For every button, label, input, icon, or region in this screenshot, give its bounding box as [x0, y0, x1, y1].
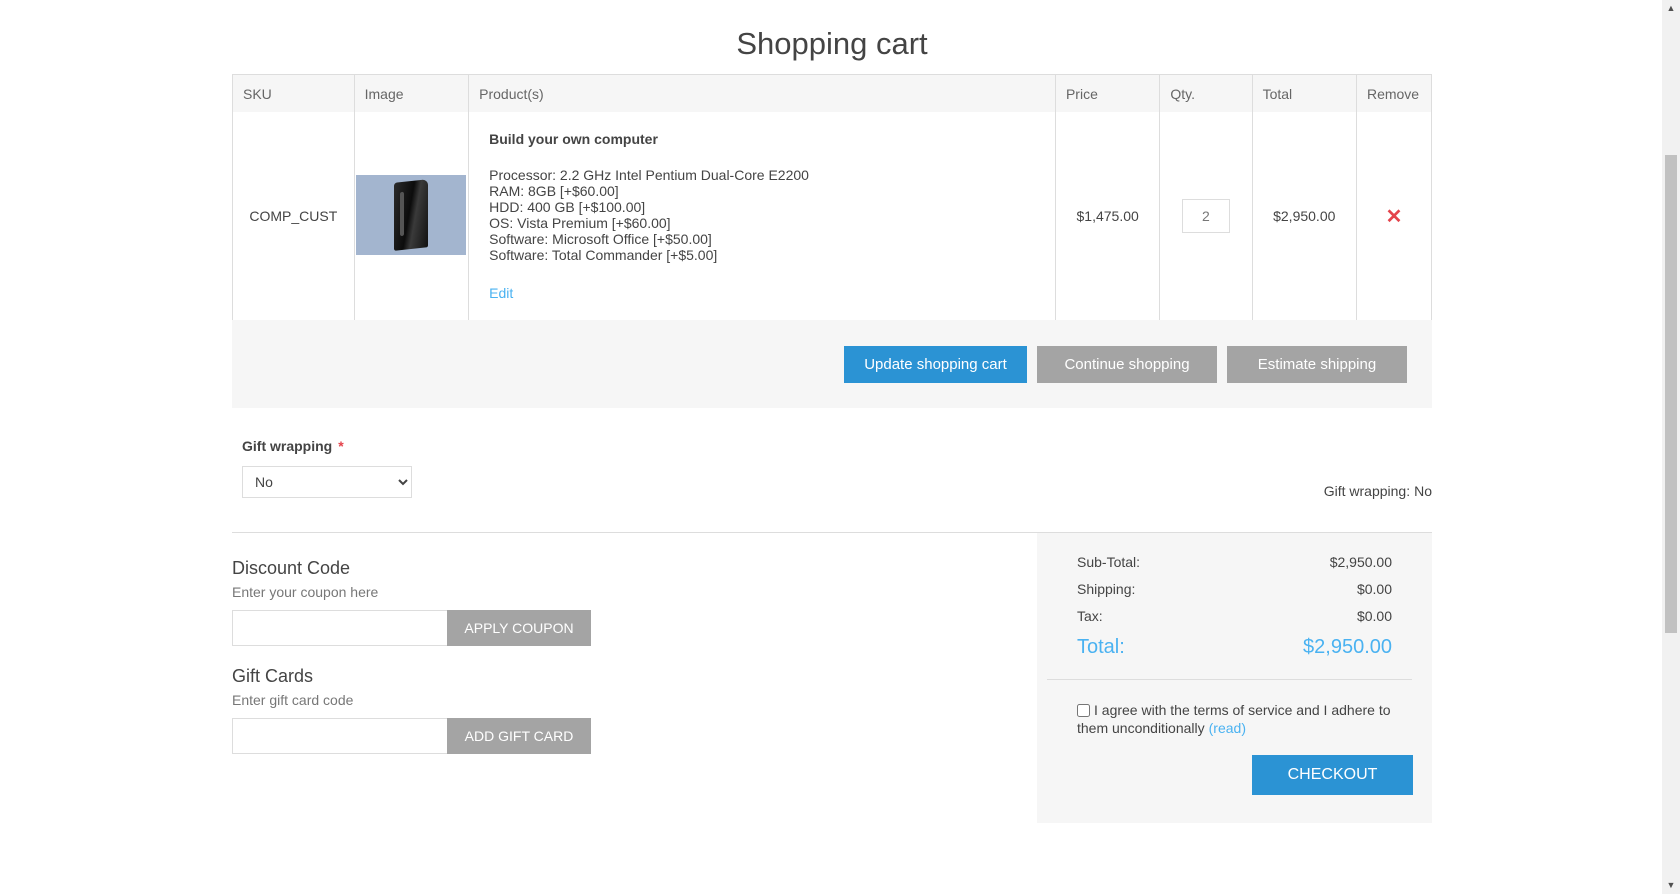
- item-sku: COMP_CUST: [232, 112, 355, 321]
- gift-cards-hint: Enter gift card code: [232, 692, 354, 708]
- scroll-down-arrow-icon[interactable]: ▼: [1662, 877, 1680, 894]
- page: Shopping cart SKU Image Product(s) Price…: [0, 0, 1662, 894]
- terms-of-service: I agree with the terms of service and I …: [1077, 701, 1407, 737]
- item-image-cell: [353, 112, 470, 321]
- required-mark: *: [338, 438, 344, 454]
- product-attribute: Software: Microsoft Office [+$50.00]: [489, 231, 712, 247]
- product-attribute: HDD: 400 GB [+$100.00]: [489, 199, 646, 215]
- terms-read-link[interactable]: (read): [1209, 720, 1246, 736]
- item-total: $2,950.00: [1251, 112, 1357, 321]
- apply-coupon-button[interactable]: APPLY COUPON: [447, 610, 591, 646]
- discount-code-hint: Enter your coupon here: [232, 584, 379, 600]
- cart-table: SKU Image Product(s) Price Qty. Total Re…: [232, 74, 1433, 321]
- totals-divider: [1047, 679, 1412, 680]
- tax-row: Tax: $0.00: [1077, 608, 1392, 624]
- discount-code-title: Discount Code: [232, 558, 351, 578]
- quantity-input[interactable]: [1181, 199, 1230, 233]
- item-qty-cell: [1159, 112, 1253, 321]
- shipping-row: Shipping: $0.00: [1077, 581, 1392, 597]
- add-gift-card-button[interactable]: ADD GIFT CARD: [447, 718, 591, 754]
- product-attribute: Software: Total Commander [+$5.00]: [489, 247, 718, 263]
- gift-wrapping-select[interactable]: No: [242, 466, 412, 498]
- cart-item-row: COMP_CUST Build your own computer Proces…: [232, 112, 1433, 321]
- item-remove-cell: ✕: [1355, 112, 1433, 321]
- desktop-tower-icon: [394, 178, 429, 251]
- product-attribute: OS: Vista Premium [+$60.00]: [489, 215, 671, 231]
- product-attribute: RAM: 8GB [+$60.00]: [489, 183, 619, 199]
- tax-label: Tax:: [1077, 608, 1103, 624]
- column-header-qty: Qty.: [1159, 74, 1253, 112]
- cart-actions-bar: Update shopping cart Continue shopping E…: [232, 320, 1432, 408]
- gift-card-input[interactable]: [232, 718, 448, 754]
- vertical-scrollbar[interactable]: ▲ ▼: [1662, 0, 1680, 894]
- item-product-cell: Build your own computer Processor: 2.2 G…: [468, 112, 1056, 321]
- continue-shopping-button[interactable]: Continue shopping: [1037, 346, 1217, 383]
- column-header-remove: Remove: [1355, 74, 1433, 112]
- product-attribute: Processor: 2.2 GHz Intel Pentium Dual-Co…: [489, 167, 809, 183]
- product-image[interactable]: [356, 174, 467, 255]
- subtotal-value: $2,950.00: [1329, 554, 1392, 570]
- item-price: $1,475.00: [1054, 112, 1161, 321]
- gift-wrapping-info: Gift wrapping: No: [1324, 483, 1432, 499]
- column-header-price: Price: [1054, 74, 1161, 112]
- terms-checkbox[interactable]: [1077, 704, 1090, 717]
- column-header-total: Total: [1251, 74, 1357, 112]
- shipping-label: Shipping:: [1077, 581, 1136, 597]
- gift-wrapping-info-label: Gift wrapping:: [1323, 483, 1411, 499]
- scrollbar-thumb[interactable]: [1665, 155, 1677, 633]
- subtotal-label: Sub-Total:: [1077, 554, 1141, 570]
- order-total-label: Total:: [1077, 636, 1125, 658]
- scroll-up-arrow-icon[interactable]: ▲: [1662, 0, 1680, 17]
- order-total-value: $2,950.00: [1303, 636, 1392, 658]
- checkout-button[interactable]: CHECKOUT: [1252, 755, 1413, 795]
- order-totals-panel: Sub-Total: $2,950.00 Shipping: $0.00 Tax…: [1037, 533, 1432, 823]
- update-cart-button[interactable]: Update shopping cart: [844, 346, 1027, 383]
- remove-item-icon[interactable]: ✕: [1386, 206, 1403, 228]
- gift-cards-title: Gift Cards: [232, 666, 314, 686]
- cart-table-header-row: SKU Image Product(s) Price Qty. Total Re…: [232, 74, 1433, 112]
- column-header-sku: SKU: [232, 74, 355, 112]
- product-name-link[interactable]: Build your own computer: [489, 131, 1054, 147]
- shipping-value: $0.00: [1356, 581, 1392, 597]
- gift-wrapping-label-text: Gift wrapping: [242, 438, 333, 454]
- order-total-row: Total: $2,950.00: [1077, 636, 1392, 659]
- gift-wrapping-label: Gift wrapping *: [242, 438, 344, 454]
- column-header-image: Image: [353, 74, 470, 112]
- subtotal-row: Sub-Total: $2,950.00: [1077, 554, 1392, 570]
- column-header-products: Product(s): [468, 74, 1056, 112]
- gift-wrapping-info-value: No: [1414, 483, 1432, 499]
- tax-value: $0.00: [1356, 608, 1392, 624]
- discount-code-input[interactable]: [232, 610, 448, 646]
- edit-item-link[interactable]: Edit: [489, 285, 513, 301]
- page-title: Shopping cart: [736, 26, 928, 61]
- estimate-shipping-button[interactable]: Estimate shipping: [1227, 346, 1407, 383]
